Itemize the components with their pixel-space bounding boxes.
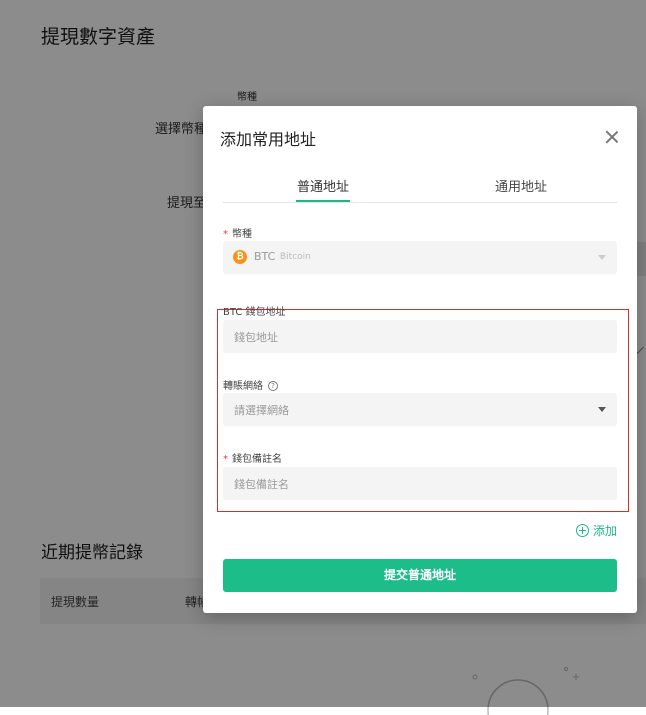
wallet-address-placeholder: 錢包地址: [234, 331, 278, 344]
wallet-remark-input[interactable]: 錢包備註名: [223, 467, 617, 500]
address-type-tabs: 普通地址 通用地址: [223, 176, 617, 203]
bitcoin-icon: ₿: [233, 250, 247, 264]
add-address-modal: 添加常用地址 普通地址 通用地址 * 幣種 ₿ BTC Bitcoin BTC 錢…: [203, 106, 637, 613]
coin-label-text: 幣種: [232, 229, 252, 240]
tab-normal-address[interactable]: 普通地址: [296, 176, 350, 202]
remark-field-label: * 錢包備註名: [223, 450, 282, 465]
required-star: *: [223, 454, 228, 465]
plus-circle-icon: [575, 524, 589, 537]
add-link-text: 添加: [592, 524, 617, 538]
network-placeholder: 請選擇網絡: [234, 404, 289, 417]
coin-name: Bitcoin: [280, 252, 311, 262]
coin-field-label: * 幣種: [223, 225, 252, 240]
add-address-link[interactable]: 添加: [575, 522, 617, 539]
remark-label-text: 錢包備註名: [232, 454, 282, 465]
dropdown-caret-icon: [598, 407, 606, 412]
network-select[interactable]: 請選擇網絡: [223, 393, 617, 426]
submit-normal-address-button[interactable]: 提交普通地址: [223, 559, 617, 592]
question-circle-icon[interactable]: ?: [268, 381, 278, 391]
network-label-text: 轉賬網絡: [223, 381, 263, 392]
network-field-label: 轉賬網絡?: [223, 377, 278, 392]
coin-select[interactable]: ₿ BTC Bitcoin: [223, 241, 617, 274]
address-field-label: BTC 錢包地址: [223, 307, 286, 318]
modal-title: 添加常用地址: [220, 130, 317, 149]
coin-code: BTC: [254, 250, 276, 263]
required-star: *: [223, 229, 228, 240]
tab-universal-address[interactable]: 通用地址: [491, 176, 551, 201]
wallet-address-input[interactable]: 錢包地址: [223, 320, 617, 353]
wallet-remark-placeholder: 錢包備註名: [234, 478, 289, 491]
dropdown-caret-icon: [598, 255, 606, 260]
close-icon[interactable]: [605, 130, 619, 144]
